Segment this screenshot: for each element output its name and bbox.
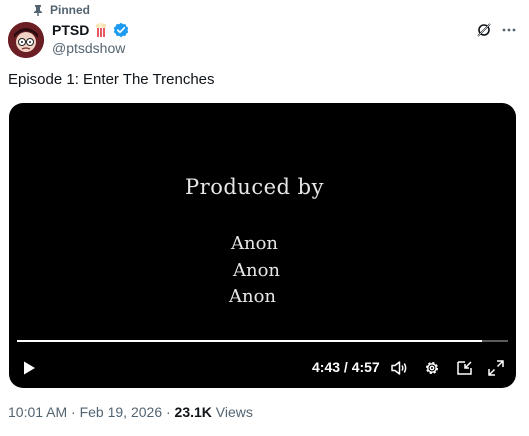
author-handle[interactable]: @ptsdshow [52,40,125,56]
credits-name: Anon [228,286,277,307]
pinned-indicator: Pinned [32,2,90,18]
more-icon[interactable] [500,22,518,38]
play-icon[interactable] [21,360,37,376]
views-label: Views [211,404,253,420]
views-count: 23.1K [174,404,212,420]
avatar[interactable] [8,22,44,58]
credits-name: Anon [230,233,279,254]
pin-icon [34,5,42,16]
avatar-image [8,22,44,58]
video-player[interactable]: Produced by Anon Anon Anon 4:43 / 4:57 [9,103,516,388]
credits-name: Anon [232,260,281,281]
video-controls: 4:43 / 4:57 [9,353,516,383]
credits-title: Produced by [185,175,324,199]
author-name-row: PTSD [52,21,129,39]
settings-gear-icon[interactable] [423,359,441,377]
tweet-text: Episode 1: Enter The Trenches [8,71,215,88]
tweet-meta: 10:01 AM · Feb 19, 2026 · 23.1K Views [8,404,253,420]
grok-icon[interactable] [476,22,492,38]
time-readout: 4:43 / 4:57 [312,359,380,375]
popcorn-emoji [96,22,107,37]
progress-fill [17,340,482,342]
fullscreen-icon[interactable] [487,359,505,377]
pinned-label: Pinned [50,3,91,17]
volume-icon[interactable] [390,359,408,377]
tweet-timestamp[interactable]: 10:01 AM · Feb 19, 2026 · [8,404,175,420]
verified-badge-icon [114,22,129,38]
picture-in-picture-icon[interactable] [456,359,474,377]
progress-bar[interactable] [17,340,508,342]
author-name[interactable]: PTSD [52,22,89,38]
